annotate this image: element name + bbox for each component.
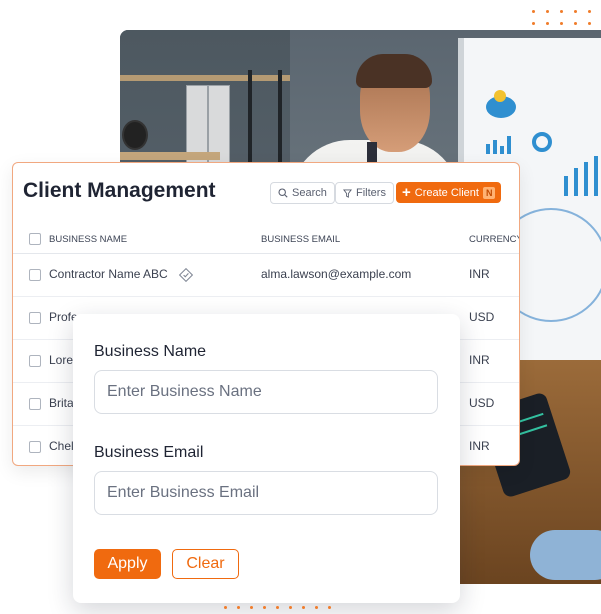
currency: INR [469, 439, 490, 453]
filter-popup: Business Name Business Email Apply Clear [73, 314, 460, 603]
search-label: Search [292, 187, 327, 199]
decorative-dots [532, 10, 591, 25]
currency: USD [469, 396, 495, 410]
column-header-business-email: BUSINESS EMAIL [261, 234, 341, 245]
create-client-button[interactable]: + Create Client N [396, 182, 502, 203]
plus-icon: + [402, 184, 411, 201]
row-checkbox[interactable] [29, 355, 41, 367]
filters-label: Filters [356, 187, 386, 199]
page-title: Client Management [23, 179, 216, 202]
create-client-label: Create Client [414, 186, 479, 199]
row-checkbox[interactable] [29, 441, 41, 453]
clock-icon [122, 120, 148, 150]
currency: INR [469, 267, 490, 281]
currency: INR [469, 353, 490, 367]
business-email-label: Business Email [94, 444, 204, 461]
business-email-input[interactable] [94, 471, 438, 515]
clear-button[interactable]: Clear [172, 549, 239, 579]
row-checkbox[interactable] [29, 269, 41, 281]
table-row[interactable]: Contractor Name ABC alma.lawson@example.… [13, 254, 519, 297]
row-checkbox[interactable] [29, 312, 41, 324]
select-all-checkbox[interactable] [29, 233, 41, 245]
hero-stage: Client Management Search Filters + Creat… [0, 0, 601, 614]
table-header: BUSINESS NAME BUSINESS EMAIL CURRENCY [13, 225, 519, 254]
filter-icon [343, 188, 352, 198]
apply-button[interactable]: Apply [94, 549, 161, 579]
currency: USD [469, 310, 495, 324]
search-button[interactable]: Search [270, 182, 335, 204]
column-header-business-name: BUSINESS NAME [49, 234, 128, 245]
filters-button[interactable]: Filters [335, 182, 394, 204]
decorative-dots [224, 606, 331, 609]
business-name-input[interactable] [94, 370, 438, 414]
verified-badge-icon [179, 267, 194, 282]
column-header-currency: CURRENCY [469, 234, 520, 245]
business-name-label: Business Name [94, 343, 207, 360]
search-icon [278, 188, 288, 198]
business-email: alma.lawson@example.com [261, 267, 412, 281]
shortcut-badge: N [482, 186, 496, 199]
row-checkbox[interactable] [29, 398, 41, 410]
business-name: Contractor Name ABC [49, 267, 168, 281]
